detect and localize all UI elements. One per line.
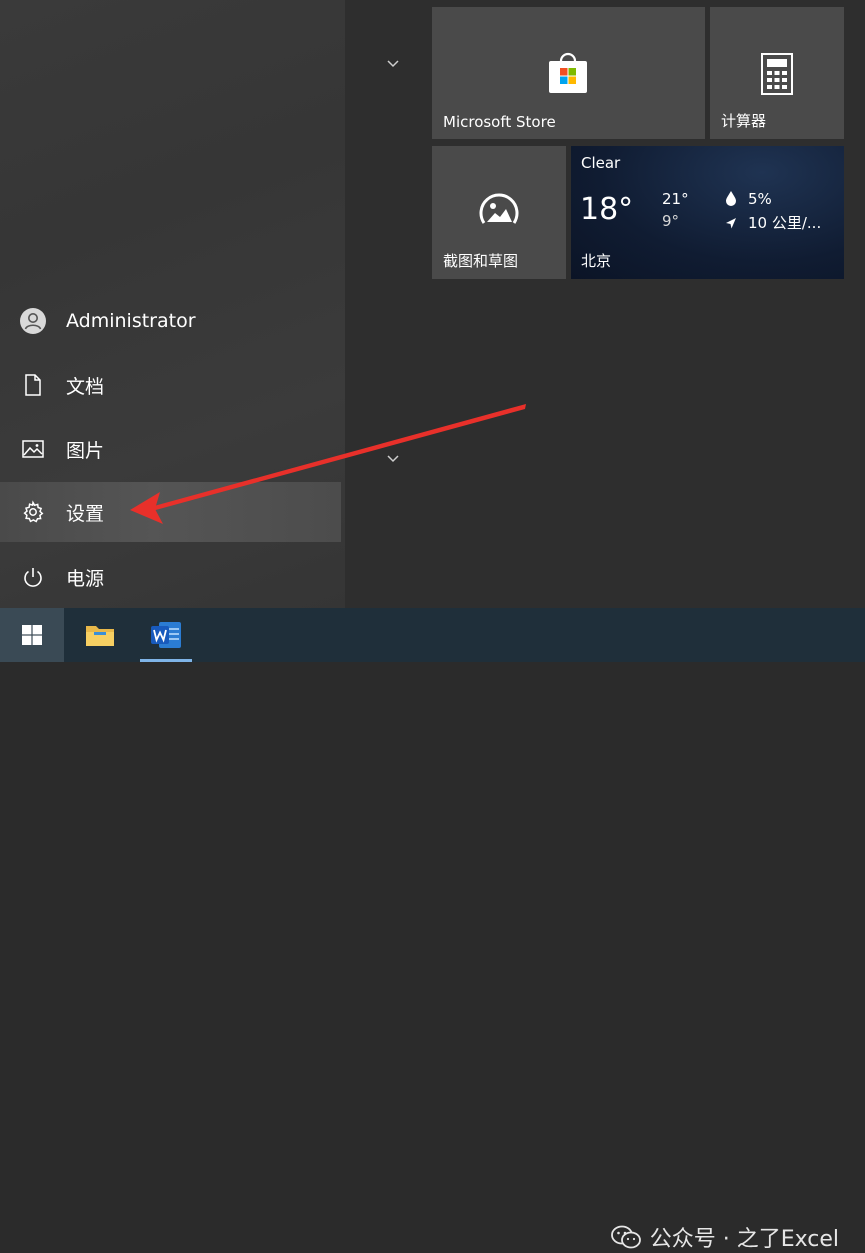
settings-item[interactable]: 设置 xyxy=(0,482,341,542)
windows-logo-icon xyxy=(22,625,42,645)
raindrop-icon xyxy=(725,190,737,210)
power-icon xyxy=(19,563,47,591)
calculator-icon xyxy=(760,52,794,100)
tile-microsoft-store[interactable]: Microsoft Store xyxy=(432,7,705,139)
pictures-item[interactable]: 图片 xyxy=(0,419,341,479)
watermark: 公众号 · 之了Excel xyxy=(610,1222,839,1252)
weather-precip: 5% xyxy=(748,190,772,208)
snip-sketch-icon xyxy=(476,189,522,239)
tile-label: 计算器 xyxy=(721,112,767,130)
pictures-label: 图片 xyxy=(66,439,105,462)
gear-icon xyxy=(19,498,47,526)
documents-item[interactable]: 文档 xyxy=(0,355,341,415)
start-button[interactable] xyxy=(0,608,64,662)
weather-high: 21° xyxy=(662,190,689,208)
power-label: 电源 xyxy=(66,567,105,590)
avatar xyxy=(19,307,47,335)
folder-icon xyxy=(86,626,114,646)
power-item[interactable]: 电源 xyxy=(0,547,341,607)
settings-label: 设置 xyxy=(66,502,105,525)
left-rail: Administrator 文档 图片 设置 电源 xyxy=(0,0,345,608)
word-button[interactable] xyxy=(138,608,194,662)
tile-weather[interactable]: Clear 18° 21° 9° 5% 10 公里/... 北京 xyxy=(571,146,844,279)
taskbar: 公众号 · 之了Excel xyxy=(0,608,865,1252)
picture-icon xyxy=(19,435,47,463)
chevron-down-icon[interactable] xyxy=(386,454,400,464)
store-bag-icon xyxy=(546,51,590,99)
weather-condition: Clear xyxy=(581,154,621,172)
tile-calculator[interactable]: 计算器 xyxy=(710,7,844,139)
user-account-item[interactable]: Administrator xyxy=(0,291,341,351)
user-name: Administrator xyxy=(66,310,196,332)
wind-direction-icon xyxy=(724,215,738,234)
documents-label: 文档 xyxy=(66,375,105,398)
weather-wind: 10 公里/... xyxy=(748,214,822,232)
weather-city: 北京 xyxy=(581,252,612,270)
weather-low: 9° xyxy=(662,212,680,230)
chevron-down-icon[interactable] xyxy=(386,59,400,69)
tile-label: Microsoft Store xyxy=(443,113,556,131)
wechat-icon xyxy=(610,1225,641,1249)
start-menu: Administrator 文档 图片 设置 电源 Microsoft Stor… xyxy=(0,0,865,608)
document-icon xyxy=(19,371,47,399)
tile-label: 截图和草图 xyxy=(443,252,519,270)
watermark-text: 公众号 · 之了Excel xyxy=(649,1227,839,1252)
file-explorer-button[interactable] xyxy=(72,608,128,662)
tile-snip-sketch[interactable]: 截图和草图 xyxy=(432,146,566,279)
word-icon xyxy=(151,622,181,648)
tiles-area: Microsoft Store 计算器 截图和草图 Clear 18° 21° … xyxy=(345,0,865,608)
weather-temp: 18° xyxy=(580,192,634,227)
